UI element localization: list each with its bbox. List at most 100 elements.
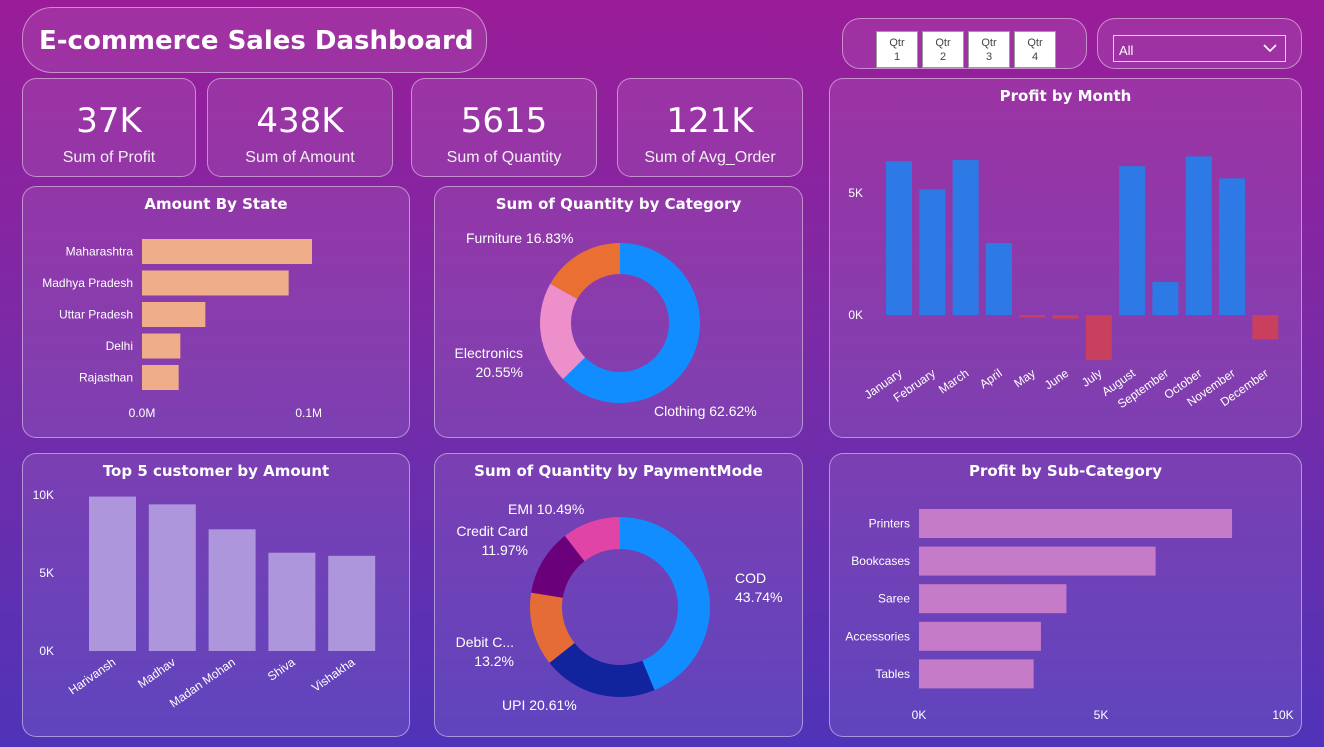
kpi-card-avg-order: 121K Sum of Avg_Order	[617, 78, 803, 177]
category-label: April	[977, 366, 1005, 391]
amount-by-state-plot: Maharashtra Madhya Pradesh Uttar Pradesh De…	[42, 239, 322, 420]
profit-by-month-chart: Profit by Month 0K 5K January February March…	[829, 78, 1302, 438]
bar	[1119, 166, 1146, 315]
bar	[1185, 156, 1212, 315]
category-label: Rajasthan	[79, 371, 133, 385]
dashboard-title: E-commerce Sales Dashboard	[39, 26, 474, 56]
bar	[1019, 315, 1046, 318]
category-label: Madan Mohan	[167, 655, 238, 710]
kpi-card-amount: 438K Sum of Amount	[207, 78, 393, 177]
category-label: Uttar Pradesh	[59, 308, 133, 322]
title-banner: E-commerce Sales Dashboard	[22, 7, 487, 73]
bar	[919, 659, 1034, 689]
category-label: Tables	[875, 667, 910, 681]
bar	[952, 160, 979, 315]
bar	[142, 270, 289, 296]
bar	[1219, 178, 1245, 315]
category-label: June	[1042, 366, 1072, 393]
y-tick-label: 10K	[33, 488, 54, 502]
slice-label: Debit C...	[456, 634, 514, 650]
slice-label: Electronics	[455, 345, 523, 361]
slice-label: EMI 10.49%	[508, 501, 584, 517]
top-customers-plot: 0K 5K 10K Harivansh MadhavMadan Mohan Shiva Vi…	[33, 488, 376, 710]
kpi-value: 5615	[460, 101, 548, 141]
slice-label: COD	[735, 570, 766, 586]
bar	[142, 302, 206, 327]
category-label: Harivansh	[66, 655, 118, 697]
chevron-down-icon	[1263, 44, 1277, 53]
bar	[919, 584, 1067, 614]
slice-label: 11.97%	[482, 542, 528, 558]
bar	[919, 189, 946, 315]
kpi-card-profit: 37K Sum of Profit	[22, 78, 196, 177]
profit-by-subcategory-chart: Profit by Sub-Category Printers Bookcases…	[829, 453, 1302, 737]
kpi-value: 37K	[76, 101, 142, 141]
bar	[328, 555, 376, 651]
donut-slice	[549, 642, 655, 697]
top-customers-chart: Top 5 customer by Amount 0K 5K 10K Harivans…	[22, 453, 410, 737]
bar	[1085, 315, 1112, 361]
y-tick-label: 0K	[848, 308, 863, 322]
bar	[148, 504, 196, 651]
bar	[268, 552, 316, 651]
category-label: Maharashtra	[66, 245, 134, 259]
kpi-label: Sum of Quantity	[446, 149, 562, 166]
bar	[1152, 282, 1179, 315]
bar	[89, 496, 136, 651]
x-tick-label: 5K	[1094, 708, 1109, 722]
quantity-by-category-plot: Clothing 62.62% Electronics 20.55% Furnitur…	[455, 230, 757, 419]
qtr-3-button[interactable]: Qtr 3	[968, 31, 1010, 68]
quantity-by-category-chart: Sum of Quantity by Category Clothing 62.…	[434, 186, 803, 438]
bar	[919, 621, 1041, 651]
qtr-1-button[interactable]: Qtr 1	[876, 31, 918, 68]
category-label: Accessories	[845, 629, 910, 643]
filter-slicer: All	[1097, 18, 1302, 69]
kpi-label: Sum of Profit	[62, 149, 156, 166]
bar	[208, 529, 256, 651]
category-label: Printers	[869, 517, 910, 531]
quarter-slicer: Qtr 1 Qtr 2 Qtr 3 Qtr 4	[842, 18, 1087, 69]
category-label: Delhi	[106, 339, 133, 353]
bar	[919, 509, 1233, 538]
y-tick-label: 5K	[848, 186, 863, 200]
x-tick-label: 0.0M	[129, 406, 156, 420]
category-label: May	[1011, 366, 1038, 390]
kpi-value: 121K	[666, 101, 754, 141]
slice-label: Furniture 16.83%	[466, 230, 573, 246]
y-tick-label: 0K	[39, 644, 54, 658]
quantity-by-paymentmode-plot: COD 43.74% UPI 20.61% Debit C... 13.2% Credit…	[456, 501, 783, 713]
category-label: Bookcases	[851, 554, 910, 568]
category-label: Vishakha	[309, 655, 358, 695]
slice-label: Clothing 62.62%	[654, 403, 757, 419]
category-label: Madhya Pradesh	[42, 276, 133, 290]
category-label: Saree	[878, 592, 910, 606]
slice-label: 43.74%	[735, 589, 782, 605]
bar	[142, 239, 312, 264]
qtr-4-button[interactable]: Qtr 4	[1014, 31, 1056, 68]
y-tick-label: 5K	[39, 566, 54, 580]
slice-label: 20.55%	[476, 364, 523, 380]
slice-label: Credit Card	[456, 523, 528, 539]
category-label: Shiva	[265, 655, 298, 684]
bar	[142, 365, 179, 390]
quantity-by-paymentmode-chart: Sum of Quantity by PaymentMode COD 43.74%…	[434, 453, 803, 737]
kpi-label: Sum of Avg_Order	[644, 149, 776, 166]
kpi-card-quantity: 5615 Sum of Quantity	[411, 78, 597, 177]
kpi-value: 438K	[256, 101, 344, 141]
category-label: March	[936, 366, 971, 397]
x-tick-label: 10K	[1272, 708, 1293, 722]
bar	[886, 161, 912, 315]
slice-label: 13.2%	[474, 653, 514, 669]
bar	[1052, 315, 1079, 319]
profit-by-month-plot: 0K5KJanuaryFebruaryMarch April May June July…	[848, 156, 1279, 411]
kpi-label: Sum of Amount	[245, 149, 355, 166]
x-tick-label: 0K	[912, 708, 927, 722]
bar	[985, 243, 1012, 315]
profit-by-subcategory-plot: Printers Bookcases Saree Accessories Tables 0…	[845, 509, 1294, 722]
x-tick-label: 0.1M	[295, 406, 322, 420]
qtr-2-button[interactable]: Qtr 2	[922, 31, 964, 68]
category-label: Madhav	[135, 655, 178, 691]
filter-selected-value: All	[1119, 43, 1134, 58]
filter-dropdown[interactable]: All	[1113, 35, 1286, 62]
bar	[142, 333, 181, 359]
